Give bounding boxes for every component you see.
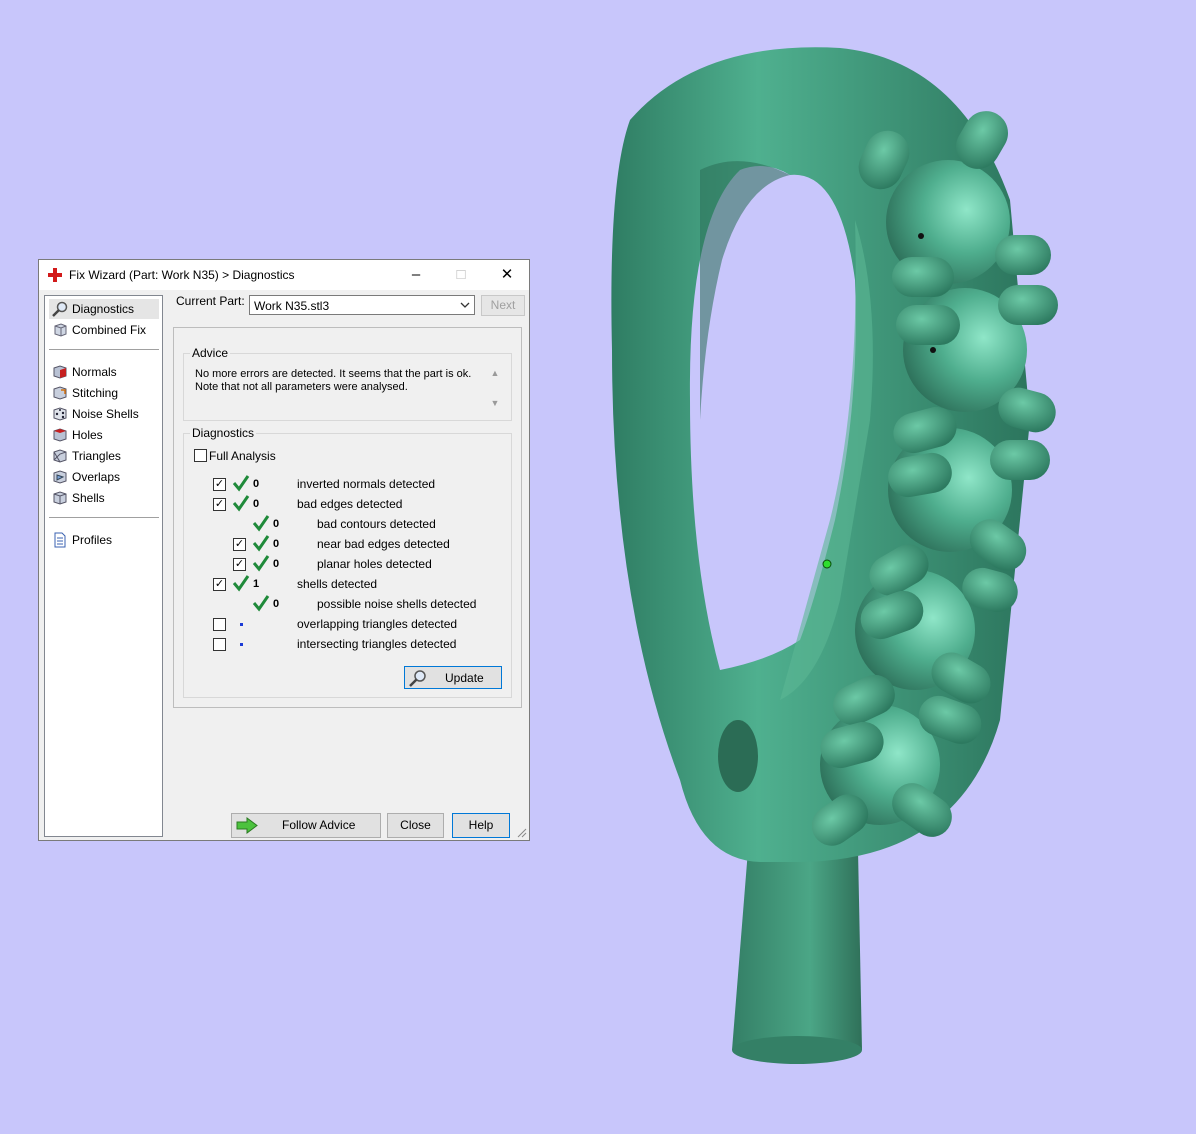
diagnostic-count: 1 <box>253 578 260 590</box>
green-check-icon <box>252 515 270 532</box>
nav-item-label: Noise Shells <box>72 407 139 421</box>
nav-item-label: Combined Fix <box>72 323 147 337</box>
green-check-icon <box>252 555 270 572</box>
nav-item-label: Normals <box>72 365 117 379</box>
scroll-up-arrow[interactable]: ▲ <box>488 368 502 380</box>
nav-item-combined-fix[interactable]: Combined Fix <box>49 320 159 340</box>
update-button[interactable]: Update <box>404 666 502 689</box>
magnifier-icon <box>52 301 68 317</box>
diagnostic-label: possible noise shells detected <box>317 597 477 611</box>
fix-wizard-dialog: Fix Wizard (Part: Work N35) > Diagnostic… <box>38 259 530 841</box>
diagnostics-group: Diagnostics Full Analysis ✓ 0 inverted n… <box>183 426 512 698</box>
full-analysis-checkbox[interactable] <box>194 449 207 462</box>
diagnostic-count: 0 <box>273 538 280 550</box>
near-bad-edges-checkbox[interactable]: ✓ <box>233 538 246 551</box>
green-check-icon <box>252 535 270 552</box>
nav-separator <box>49 349 159 350</box>
advice-line-2: Note that not all parameters were analys… <box>195 381 408 393</box>
overlaps-cube-icon <box>53 470 67 484</box>
not-analysed-dot <box>240 643 243 646</box>
nav-item-label: Holes <box>72 428 103 442</box>
current-part-label: Current Part: <box>176 294 245 308</box>
magnifier-icon <box>409 670 426 687</box>
document-icon <box>54 532 66 548</box>
nav-item-normals[interactable]: Normals <box>49 362 159 382</box>
not-analysed-dot <box>240 623 243 626</box>
window-title: Fix Wizard (Part: Work N35) > Diagnostic… <box>69 268 295 282</box>
nav-item-label: Triangles <box>72 449 121 463</box>
normals-cube-icon <box>53 365 67 379</box>
stitching-cube-icon <box>53 386 67 400</box>
diagnostic-label: intersecting triangles detected <box>297 637 457 651</box>
follow-advice-label: Follow Advice <box>282 818 356 832</box>
dice-icon <box>53 407 67 421</box>
holes-cube-icon <box>53 428 67 442</box>
nav-item-label: Diagnostics <box>72 302 135 316</box>
advice-legend: Advice <box>190 346 231 360</box>
resize-grip-icon[interactable] <box>517 828 527 838</box>
diagnostic-count: 0 <box>253 498 260 510</box>
overlapping-triangles-checkbox[interactable] <box>213 618 226 631</box>
nav-item-label: Profiles <box>72 533 113 547</box>
minimize-button[interactable]: – <box>394 260 438 290</box>
close-button[interactable]: Close <box>387 813 444 838</box>
nav-item-stitching[interactable]: Stitching <box>49 383 159 403</box>
nav-separator <box>49 517 159 518</box>
red-cross-icon <box>48 268 62 282</box>
diagnostic-label: overlapping triangles detected <box>297 617 458 631</box>
bad-edges-checkbox[interactable]: ✓ <box>213 498 226 511</box>
wizard-nav-list: Diagnostics Combined Fix Normals Stitchi… <box>44 295 163 837</box>
green-check-icon <box>232 575 250 592</box>
help-button[interactable]: Help <box>452 813 510 838</box>
diagnostic-label: planar holes detected <box>317 557 432 571</box>
nav-item-holes[interactable]: Holes <box>49 425 159 445</box>
nav-item-shells[interactable]: Shells <box>49 488 159 508</box>
diagnostic-label: inverted normals detected <box>297 477 436 491</box>
nav-item-noise-shells[interactable]: Noise Shells <box>49 404 159 424</box>
inverted-normals-checkbox[interactable]: ✓ <box>213 478 226 491</box>
diagnostics-panel: Advice No more errors are detected. It s… <box>173 327 522 708</box>
nav-item-label: Stitching <box>72 386 119 400</box>
intersecting-triangles-checkbox[interactable] <box>213 638 226 651</box>
nav-item-triangles[interactable]: Triangles <box>49 446 159 466</box>
diagnostics-legend: Diagnostics <box>190 426 257 440</box>
diagnostic-count: 0 <box>253 478 260 490</box>
title-bar[interactable]: Fix Wizard (Part: Work N35) > Diagnostic… <box>39 260 529 290</box>
update-label: Update <box>445 671 484 685</box>
shells-checkbox[interactable]: ✓ <box>213 578 226 591</box>
follow-advice-button[interactable]: Follow Advice <box>231 813 381 838</box>
shells-cube-icon <box>53 491 67 505</box>
advice-group: Advice No more errors are detected. It s… <box>183 346 512 421</box>
nav-item-label: Overlaps <box>72 470 121 484</box>
planar-holes-checkbox[interactable]: ✓ <box>233 558 246 571</box>
green-check-icon <box>232 475 250 492</box>
diagnostic-label: shells detected <box>297 577 378 591</box>
diagnostic-count: 0 <box>273 558 280 570</box>
green-check-icon <box>252 595 270 612</box>
diagnostic-count: 0 <box>273 518 280 530</box>
diagnostic-label: near bad edges detected <box>317 537 450 551</box>
next-button[interactable]: Next <box>481 295 525 316</box>
diagnostic-label: bad contours detected <box>317 517 436 531</box>
green-check-icon <box>232 495 250 512</box>
current-part-select[interactable]: Work N35.stl3 <box>249 295 475 315</box>
nav-item-profiles[interactable]: Profiles <box>49 530 159 550</box>
triangles-cube-icon <box>53 449 67 463</box>
close-window-button[interactable]: ✕ <box>485 260 529 290</box>
advice-text: No more errors are detected. It seems th… <box>195 368 478 394</box>
diagnostic-count: 0 <box>273 598 280 610</box>
current-part-value: Work N35.stl3 <box>254 299 330 313</box>
cube-icon <box>54 323 67 337</box>
nav-item-overlaps[interactable]: Overlaps <box>49 467 159 487</box>
nav-item-diagnostics[interactable]: Diagnostics <box>49 299 159 319</box>
advice-line-1: No more errors are detected. It seems th… <box>195 368 472 380</box>
maximize-button[interactable]: □ <box>439 260 483 290</box>
chevron-down-icon <box>460 302 470 308</box>
full-analysis-label: Full Analysis <box>209 449 276 463</box>
nav-item-label: Shells <box>72 491 105 505</box>
green-arrow-icon <box>236 817 258 834</box>
diagnostic-label: bad edges detected <box>297 497 403 511</box>
scroll-down-arrow[interactable]: ▼ <box>488 398 502 410</box>
